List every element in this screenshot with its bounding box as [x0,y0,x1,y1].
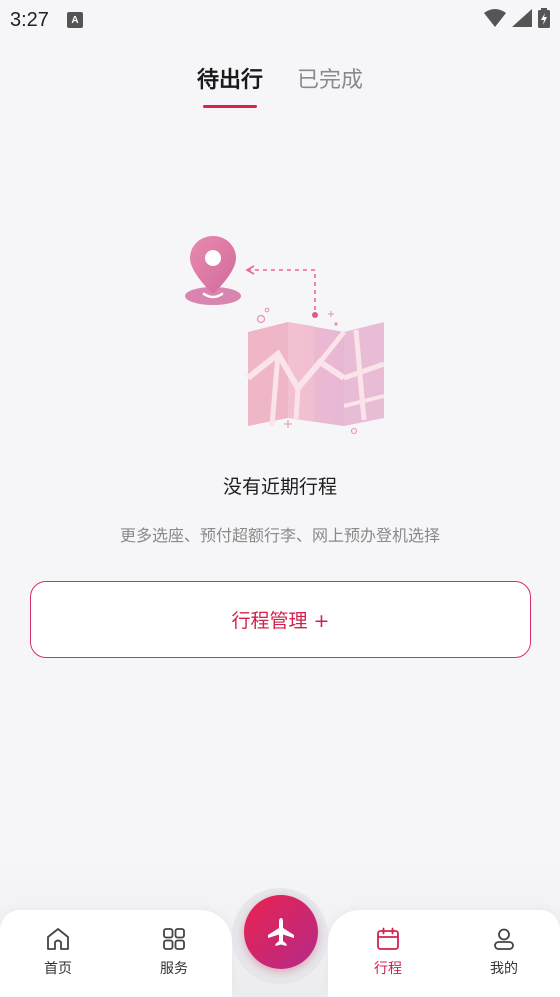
tab-upcoming[interactable]: 待出行 [197,62,263,108]
battery-icon [538,8,550,28]
nav-home[interactable]: 首页 [18,926,98,978]
trip-management-label: 行程管理 + [231,610,330,632]
wifi-icon [484,9,506,27]
status-time: 3:27 [10,8,49,31]
empty-trip-illustration [185,236,385,435]
signal-icon [512,9,532,27]
trip-tabs: 待出行 已完成 [0,62,560,108]
nav-trips-label: 行程 [374,961,402,977]
nav-home-label: 首页 [44,961,72,977]
empty-state-subtitle: 更多选座、预付超额行李、网上预办登机选择 [119,526,440,545]
status-icons [484,8,550,28]
calendar-icon [377,927,399,950]
nav-services-label: 服务 [160,961,188,977]
tab-upcoming-label: 待出行 [196,68,263,93]
tab-completed-label: 已完成 [297,68,364,93]
nav-profile-label: 我的 [490,961,518,977]
folded-map-icon [246,322,385,427]
empty-state-title: 没有近期行程 [222,476,337,498]
active-tab-indicator [202,105,257,108]
airplane-icon [268,918,294,946]
nav-trips[interactable]: 行程 [348,926,428,978]
user-icon [494,928,514,950]
status-bar: 3:27 A [0,0,560,40]
home-icon [47,928,69,950]
notification-icon: A [66,12,83,28]
grid-icon [163,928,185,950]
nav-profile[interactable]: 我的 [464,926,544,978]
trip-management-button[interactable]: 行程管理 + [30,581,531,658]
tab-completed[interactable]: 已完成 [297,62,363,108]
nav-services[interactable]: 服务 [134,926,214,978]
book-flight-button[interactable] [244,895,318,969]
